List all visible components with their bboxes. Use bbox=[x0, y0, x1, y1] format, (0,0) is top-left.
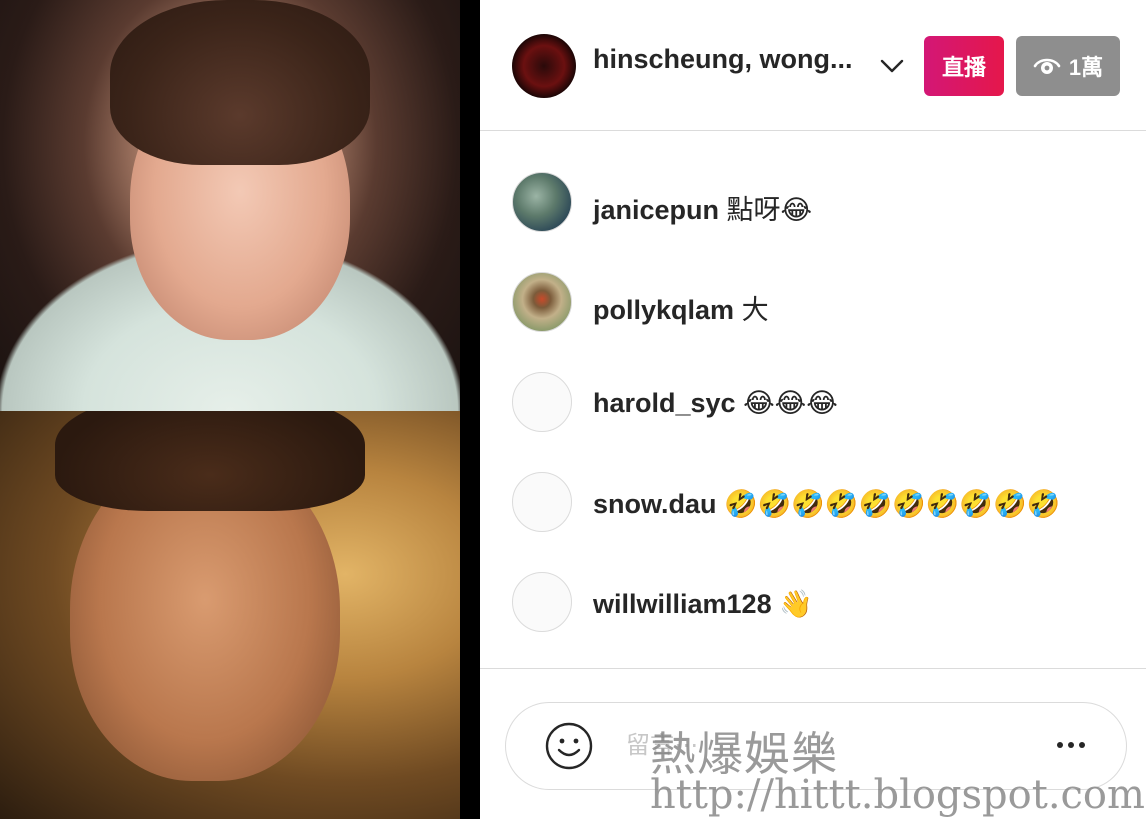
smiley-icon[interactable] bbox=[544, 721, 594, 771]
host-video bbox=[0, 0, 460, 411]
guest-video bbox=[0, 411, 460, 819]
eye-icon bbox=[1033, 58, 1061, 74]
chevron-down-icon[interactable] bbox=[878, 52, 906, 80]
comment-body: 點呀😂 bbox=[726, 195, 813, 225]
host-avatar[interactable] bbox=[512, 34, 576, 98]
comment-username[interactable]: snow.dau bbox=[593, 489, 717, 519]
avatar[interactable] bbox=[512, 172, 572, 232]
comment-username[interactable]: pollykqlam bbox=[593, 295, 734, 325]
guest-hair bbox=[55, 411, 365, 511]
comment-text: janicepun 點呀😂 bbox=[593, 188, 812, 227]
comment-body: 👋 bbox=[779, 589, 813, 619]
live-badge-label: 直播 bbox=[941, 55, 986, 80]
list-item: pollykqlam 大 bbox=[480, 266, 1146, 346]
comment-body: 😂😂😂 bbox=[743, 388, 838, 418]
comment-body: 大 bbox=[741, 295, 769, 325]
video-area bbox=[0, 0, 460, 819]
host-name[interactable]: hinscheung, wong... bbox=[593, 44, 873, 75]
live-badge: 直播 bbox=[924, 36, 1004, 96]
more-icon[interactable] bbox=[1054, 735, 1088, 755]
list-item: janicepun 點呀😂 bbox=[480, 166, 1146, 246]
viewer-count-badge[interactable]: 1萬 bbox=[1016, 36, 1120, 96]
viewer-count: 1萬 bbox=[1068, 55, 1104, 80]
divider bbox=[480, 668, 1146, 669]
avatar[interactable] bbox=[512, 372, 572, 432]
live-header: hinscheung, wong... 直播 1萬 bbox=[480, 0, 1146, 131]
comment-username[interactable]: harold_syc bbox=[593, 388, 736, 418]
host-hair bbox=[110, 0, 370, 165]
avatar[interactable] bbox=[512, 472, 572, 532]
watermark-url: http://hittt.blogspot.com bbox=[650, 772, 1145, 818]
comment-text: snow.dau 🤣🤣🤣🤣🤣🤣🤣🤣🤣🤣 bbox=[593, 488, 1060, 520]
avatar[interactable] bbox=[512, 572, 572, 632]
avatar[interactable] bbox=[512, 272, 572, 332]
list-item: harold_syc 😂😂😂 bbox=[480, 366, 1146, 446]
comment-list: janicepun 點呀😂 pollykqlam 大 harold_syc 😂😂… bbox=[480, 132, 1146, 668]
comment-text: pollykqlam 大 bbox=[593, 288, 769, 327]
live-panel: hinscheung, wong... 直播 1萬 janicepun 點呀😂 bbox=[480, 0, 1146, 819]
comment-text: willwilliam128 👋 bbox=[593, 588, 813, 620]
comment-username[interactable]: janicepun bbox=[593, 195, 719, 225]
comment-text: harold_syc 😂😂😂 bbox=[593, 388, 838, 419]
list-item: snow.dau 🤣🤣🤣🤣🤣🤣🤣🤣🤣🤣 bbox=[480, 466, 1146, 546]
comment-username[interactable]: willwilliam128 bbox=[593, 589, 772, 619]
list-item: willwilliam128 👋 bbox=[480, 566, 1146, 646]
comment-body: 🤣🤣🤣🤣🤣🤣🤣🤣🤣🤣 bbox=[724, 489, 1061, 519]
